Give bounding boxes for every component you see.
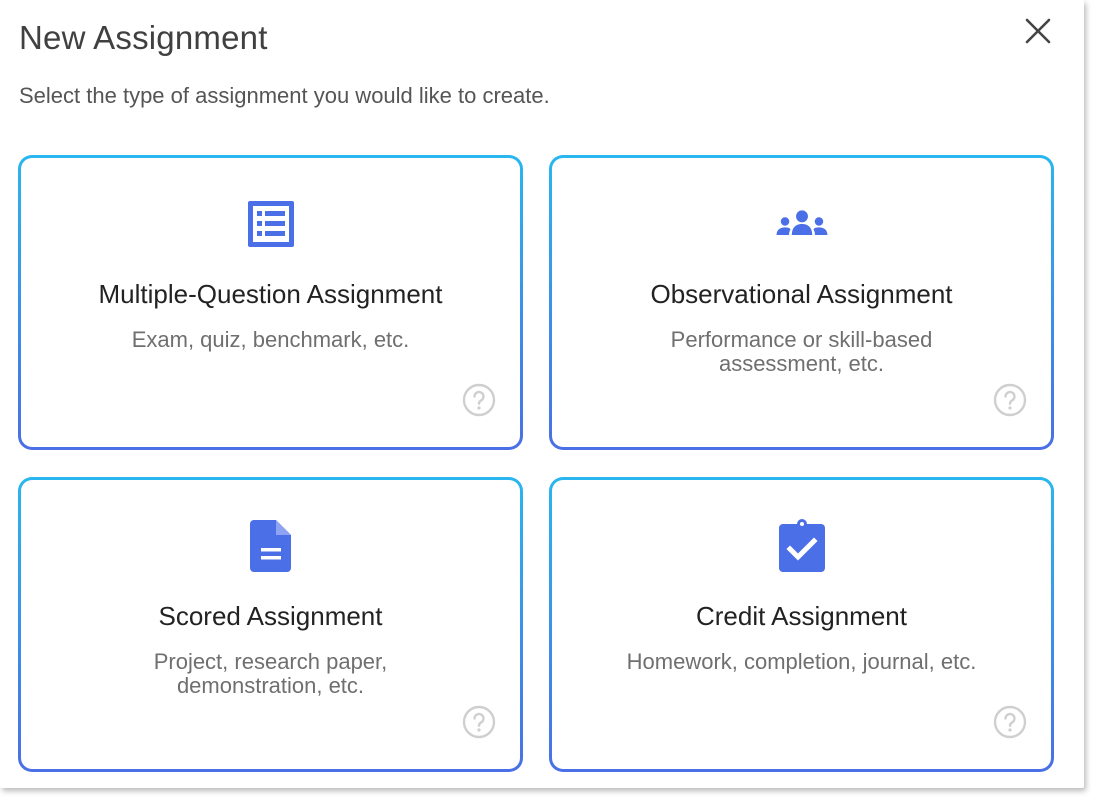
help-button[interactable] — [462, 383, 496, 417]
card-body[interactable]: Credit Assignment Homework, completion, … — [552, 480, 1051, 769]
card-title: Credit Assignment — [696, 601, 907, 631]
close-icon[interactable] — [1021, 14, 1055, 48]
card-title: Scored Assignment — [158, 601, 383, 631]
card-description: Project, research paper, demonstration, … — [153, 649, 388, 698]
multiple-question-assignment-card[interactable]: Multiple-Question Assignment Exam, quiz,… — [18, 155, 523, 450]
help-circle-icon[interactable] — [462, 705, 496, 739]
new-assignment-dialog: New Assignment Select the type of assign… — [0, 0, 1084, 788]
card-description: Homework, completion, journal, etc. — [626, 649, 977, 674]
card-body[interactable]: Observational Assignment Performance or … — [552, 158, 1051, 447]
card-title: Observational Assignment — [650, 279, 953, 309]
clipboard-check-icon — [774, 518, 830, 574]
help-button[interactable] — [993, 705, 1027, 739]
card-body[interactable]: Scored Assignment Project, research pape… — [21, 480, 520, 769]
card-title: Multiple-Question Assignment — [98, 279, 443, 309]
help-button[interactable] — [462, 705, 496, 739]
dialog-title: New Assignment — [19, 19, 268, 56]
card-description: Performance or skill-based assessment, e… — [670, 327, 933, 376]
list-icon — [243, 196, 299, 252]
help-circle-icon[interactable] — [993, 383, 1027, 417]
help-button[interactable] — [993, 383, 1027, 417]
card-body[interactable]: Multiple-Question Assignment Exam, quiz,… — [21, 158, 520, 447]
card-description: Exam, quiz, benchmark, etc. — [131, 327, 410, 352]
help-circle-icon[interactable] — [462, 383, 496, 417]
dialog-subtitle: Select the type of assignment you would … — [19, 83, 550, 108]
close-button[interactable] — [1021, 14, 1055, 48]
help-circle-icon[interactable] — [993, 705, 1027, 739]
document-icon — [243, 518, 299, 574]
credit-assignment-card[interactable]: Credit Assignment Homework, completion, … — [549, 477, 1054, 772]
scored-assignment-card[interactable]: Scored Assignment Project, research pape… — [18, 477, 523, 772]
observational-assignment-card[interactable]: Observational Assignment Performance or … — [549, 155, 1054, 450]
group-icon — [774, 196, 830, 252]
